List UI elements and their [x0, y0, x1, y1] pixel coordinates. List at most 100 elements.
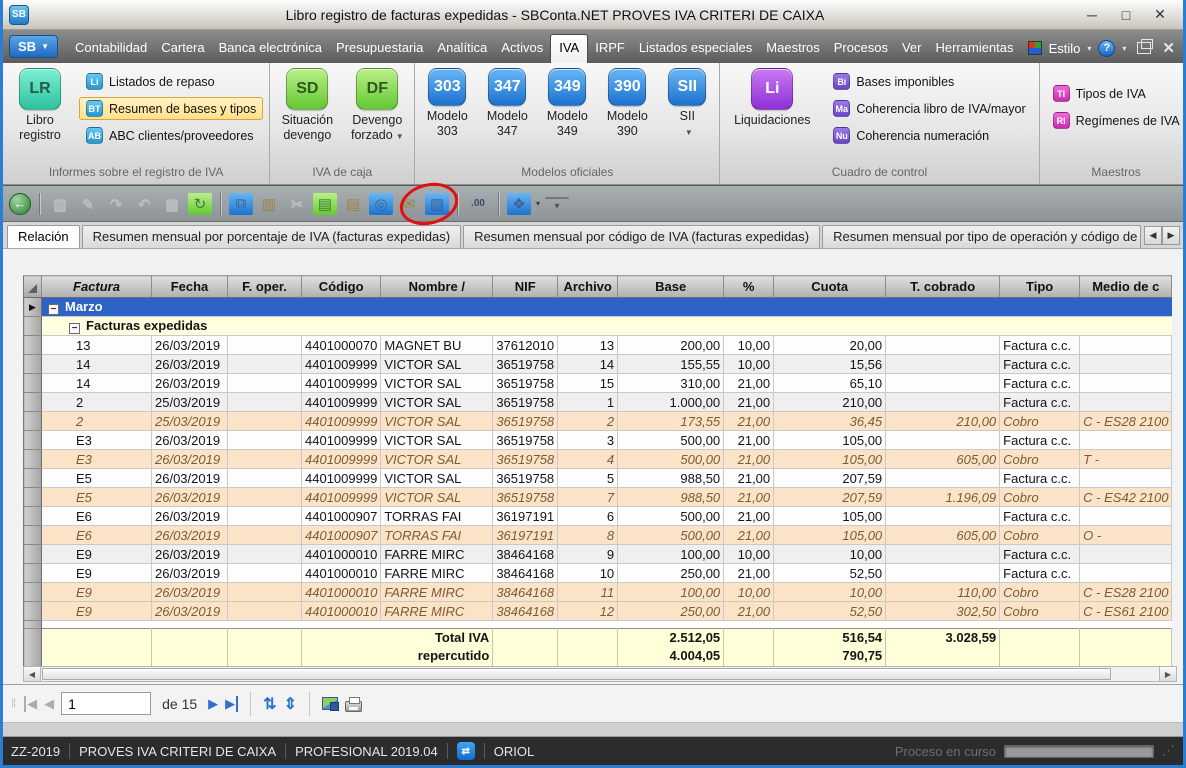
collapse-icon[interactable]: −	[48, 304, 59, 315]
column-header-[interactable]: %	[724, 276, 774, 298]
select-all-corner[interactable]	[24, 276, 42, 298]
row-selector[interactable]	[24, 317, 42, 336]
column-header-medio-de-c[interactable]: Medio de c	[1080, 276, 1172, 298]
cobro-row[interactable]: E626/03/20194401000907TORRAS FAI36197191…	[24, 526, 1172, 545]
row-selector[interactable]	[24, 393, 42, 412]
horizontal-scrollbar[interactable]: ◀ ▶	[23, 666, 1177, 682]
row-selector[interactable]	[24, 545, 42, 564]
invoice-row[interactable]: 1426/03/20194401009999VICTOR SAL36519758…	[24, 355, 1172, 374]
preview-icon[interactable]: ◎	[369, 193, 393, 215]
menu-item-maestros[interactable]: Maestros	[759, 35, 826, 60]
print-direct-icon[interactable]: ▤	[341, 193, 365, 215]
column-header-f-oper[interactable]: F. oper.	[228, 276, 302, 298]
resumen-bases-tipos-button[interactable]: BT Resumen de bases y tipos	[79, 97, 263, 120]
last-page-button[interactable]: ▶	[225, 696, 238, 712]
style-label[interactable]: Estilo	[1049, 41, 1081, 56]
tab-relaci-n[interactable]: Relación	[7, 225, 80, 248]
scroll-right-icon[interactable]: ▶	[1159, 667, 1176, 681]
save-icon[interactable]: ▦	[160, 193, 184, 215]
expand-all-rows-icon[interactable]: ⇕	[284, 694, 297, 714]
cobro-row[interactable]: E526/03/20194401009999VICTOR SAL36519758…	[24, 488, 1172, 507]
row-selector[interactable]: ▶	[24, 298, 42, 317]
menu-item-herramientas[interactable]: Herramientas	[928, 35, 1020, 60]
print-icon[interactable]	[345, 701, 362, 712]
sii-button[interactable]: SII SII ▼	[661, 68, 713, 140]
close-button[interactable]: ✕	[1143, 3, 1177, 27]
redo-icon[interactable]: ↷	[104, 193, 128, 215]
row-selector[interactable]	[24, 583, 42, 602]
invoice-row[interactable]: 1426/03/20194401009999VICTOR SAL36519758…	[24, 374, 1172, 393]
liquidaciones-button[interactable]: Li Liquidaciones	[726, 68, 818, 128]
page-number-input[interactable]	[61, 692, 151, 715]
first-page-button[interactable]: ◀	[24, 696, 37, 712]
row-selector[interactable]	[24, 507, 42, 526]
app-menu-button[interactable]: SB ▼	[9, 35, 58, 58]
row-selector[interactable]	[24, 336, 42, 355]
column-header-archivo[interactable]: Archivo	[558, 276, 618, 298]
row-selector[interactable]	[24, 469, 42, 488]
row-selector[interactable]	[24, 629, 42, 667]
undo-icon[interactable]: ↶	[132, 193, 156, 215]
close-document-icon[interactable]: ✕	[1162, 39, 1175, 57]
open-icon[interactable]: ▨	[48, 193, 72, 215]
cobro-row[interactable]: 225/03/20194401009999VICTOR SAL365197582…	[24, 412, 1172, 431]
column-header-nif[interactable]: NIF	[493, 276, 558, 298]
row-selector[interactable]	[24, 526, 42, 545]
restore-window-icon[interactable]	[1137, 42, 1151, 54]
tab-resumen-mensual-por-c-digo-de-iva-factur[interactable]: Resumen mensual por código de IVA (factu…	[463, 225, 820, 248]
cobro-row[interactable]: E926/03/20194401000010FARRE MIRC38464168…	[24, 583, 1172, 602]
regimenes-de-iva-button[interactable]: RI Regímenes de IVA	[1046, 109, 1183, 132]
tab-resumen-mensual-por-porcentaje-de-iva-fa[interactable]: Resumen mensual por porcentaje de IVA (f…	[82, 225, 461, 248]
menu-item-ver[interactable]: Ver	[895, 35, 929, 60]
menu-item-banca-electr-nica[interactable]: Banca electrónica	[212, 35, 329, 60]
row-selector[interactable]	[24, 621, 42, 629]
help-icon[interactable]: ?	[1098, 40, 1115, 57]
tab-scroll-left-icon[interactable]: ◀	[1144, 226, 1162, 245]
back-icon[interactable]: ←	[9, 193, 31, 215]
row-selector[interactable]	[24, 374, 42, 393]
menu-item-contabilidad[interactable]: Contabilidad	[68, 35, 154, 60]
tab-scroll-right-icon[interactable]: ▶	[1162, 226, 1180, 245]
coherencia-numeracion-button[interactable]: Nu Coherencia numeración	[826, 124, 1032, 147]
menu-item-procesos[interactable]: Procesos	[827, 35, 895, 60]
modelo-347-button[interactable]: 347 Modelo 347	[481, 68, 533, 139]
column-header-tipo[interactable]: Tipo	[1000, 276, 1080, 298]
libro-registro-button[interactable]: LR Libro registro	[9, 68, 71, 143]
cut-icon[interactable]: ✂	[285, 193, 309, 215]
row-selector[interactable]	[24, 488, 42, 507]
row-selector[interactable]	[24, 412, 42, 431]
cobro-row[interactable]: E326/03/20194401009999VICTOR SAL36519758…	[24, 450, 1172, 469]
menu-item-iva[interactable]: IVA	[550, 34, 588, 63]
invoice-row[interactable]: 1326/03/20194401000070MAGNET BU376120101…	[24, 336, 1172, 355]
menu-item-anal-tica[interactable]: Analítica	[430, 35, 494, 60]
row-selector[interactable]	[24, 564, 42, 583]
maximize-button[interactable]: □	[1109, 3, 1143, 27]
row-selector[interactable]	[24, 450, 42, 469]
menu-item-listados-especiales[interactable]: Listados especiales	[632, 35, 759, 60]
menu-item-activos[interactable]: Activos	[494, 35, 550, 60]
copy-icon[interactable]: ⧉	[229, 193, 253, 215]
help-dropdown-icon[interactable]: ▾	[1122, 44, 1126, 53]
tipos-de-iva-button[interactable]: TI Tipos de IVA	[1046, 82, 1183, 105]
invoice-row[interactable]: E626/03/20194401000907TORRAS FAI36197191…	[24, 507, 1172, 526]
scrollbar-thumb[interactable]	[42, 668, 1111, 680]
modelo-390-button[interactable]: 390 Modelo 390	[601, 68, 653, 139]
layout-dropdown-icon[interactable]: ▾	[536, 199, 540, 208]
menu-item-cartera[interactable]: Cartera	[154, 35, 211, 60]
row-selector[interactable]	[24, 431, 42, 450]
invoice-row[interactable]: E926/03/20194401000010FARRE MIRC38464168…	[24, 564, 1172, 583]
column-header-nombre[interactable]: Nombre /	[381, 276, 493, 298]
prev-page-button[interactable]: ◀	[44, 696, 54, 712]
cobro-row[interactable]: E926/03/20194401000010FARRE MIRC38464168…	[24, 602, 1172, 621]
collapse-all-rows-icon[interactable]: ⇅	[263, 694, 276, 714]
teamviewer-icon[interactable]: ⇄	[457, 742, 475, 760]
resize-grip-icon[interactable]: ⋰	[1162, 743, 1175, 759]
export-icon[interactable]	[322, 697, 338, 710]
column-header-fecha[interactable]: Fecha	[152, 276, 228, 298]
column-header-base[interactable]: Base	[618, 276, 724, 298]
column-header-t-cobrado[interactable]: T. cobrado	[886, 276, 1000, 298]
abc-clientes-proveedores-button[interactable]: AB ABC clientes/proveedores	[79, 124, 263, 147]
column-header-cuota[interactable]: Cuota	[774, 276, 886, 298]
style-dropdown-icon[interactable]: ▾	[1087, 44, 1091, 53]
next-page-button[interactable]: ▶	[208, 696, 218, 712]
